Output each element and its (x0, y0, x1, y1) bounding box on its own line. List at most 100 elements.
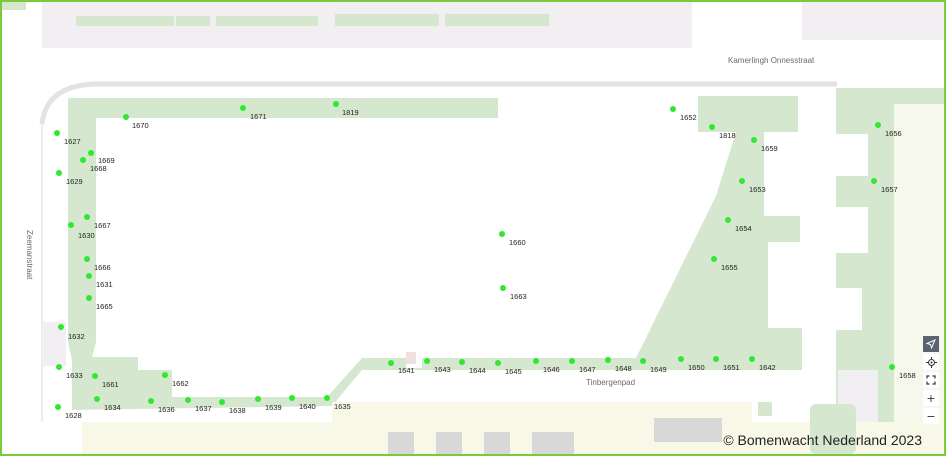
map-canvas[interactable] (2, 2, 944, 454)
tree-label: 1650 (688, 363, 705, 372)
tree-label: 1659 (761, 144, 778, 153)
tree-marker[interactable] (889, 364, 895, 370)
tree-marker[interactable] (333, 101, 339, 107)
tree-marker[interactable] (55, 404, 61, 410)
tree-label: 1640 (299, 402, 316, 411)
tree-marker[interactable] (500, 285, 506, 291)
tree-marker[interactable] (185, 397, 191, 403)
tree-marker[interactable] (713, 356, 719, 362)
zoom-in-button[interactable]: + (923, 390, 939, 406)
tree-label: 1631 (96, 280, 113, 289)
tree-marker[interactable] (240, 105, 246, 111)
tree-marker[interactable] (749, 356, 755, 362)
tree-label: 1647 (579, 365, 596, 374)
tree-marker[interactable] (711, 256, 717, 262)
building-block (758, 402, 772, 416)
building-block (436, 432, 462, 454)
attribution: © Bomenwacht Nederland 2023 (723, 432, 922, 448)
tree-label: 1629 (66, 177, 83, 186)
building-block (836, 207, 868, 253)
building-block (2, 2, 26, 10)
street-name-tinbergenpad: Tinbergenpad (586, 378, 636, 387)
building-block (484, 432, 510, 454)
tree-label: 1819 (342, 108, 359, 117)
tree-marker[interactable] (388, 360, 394, 366)
building-block (836, 288, 862, 330)
tree-label: 1632 (68, 332, 85, 341)
tree-label: 1656 (885, 129, 902, 138)
tree-marker[interactable] (739, 178, 745, 184)
tree-marker[interactable] (725, 217, 731, 223)
tree-marker[interactable] (678, 356, 684, 362)
tree-label: 1662 (172, 379, 189, 388)
tree-marker[interactable] (86, 273, 92, 279)
building-block (388, 432, 414, 454)
tree-marker[interactable] (80, 157, 86, 163)
tree-label: 1671 (250, 112, 267, 121)
tree-marker[interactable] (86, 295, 92, 301)
tree-label: 1657 (881, 185, 898, 194)
tree-label: 1634 (104, 403, 121, 412)
tree-label: 1639 (265, 403, 282, 412)
tree-marker[interactable] (92, 373, 98, 379)
tree-marker[interactable] (640, 358, 646, 364)
building-block (532, 432, 574, 454)
tree-marker[interactable] (84, 256, 90, 262)
tree-label: 1637 (195, 404, 212, 413)
tree-marker[interactable] (533, 358, 539, 364)
tree-label: 1670 (132, 121, 149, 130)
tree-marker[interactable] (459, 359, 465, 365)
tree-label: 1661 (102, 380, 119, 389)
tree-marker[interactable] (56, 364, 62, 370)
tree-marker[interactable] (162, 372, 168, 378)
tree-marker[interactable] (605, 357, 611, 363)
arrow-navigation-icon (926, 339, 936, 349)
tree-marker[interactable] (499, 231, 505, 237)
tree-marker[interactable] (219, 399, 225, 405)
tree-marker[interactable] (871, 178, 877, 184)
tree-label: 1627 (64, 137, 81, 146)
street-name-kamerlingh-onnesstraat: Kamerlingh Onnesstraat (728, 56, 815, 65)
zoom-out-button[interactable]: − (923, 408, 939, 424)
tree-label: 1665 (96, 302, 113, 311)
tree-marker[interactable] (569, 358, 575, 364)
locate-button[interactable] (923, 354, 939, 370)
tree-marker[interactable] (875, 122, 881, 128)
green-strip (176, 16, 210, 26)
fullscreen-button[interactable] (923, 372, 939, 388)
building-block (406, 352, 416, 364)
tree-marker[interactable] (56, 170, 62, 176)
tree-marker[interactable] (123, 114, 129, 120)
tree-marker[interactable] (670, 106, 676, 112)
tree-marker[interactable] (68, 222, 74, 228)
tree-label: 1638 (229, 406, 246, 415)
tree-label: 1630 (78, 231, 95, 240)
tree-marker[interactable] (424, 358, 430, 364)
tree-marker[interactable] (495, 360, 501, 366)
tree-marker[interactable] (58, 324, 64, 330)
green-strip (445, 14, 549, 26)
tree-marker[interactable] (88, 150, 94, 156)
tree-marker[interactable] (751, 137, 757, 143)
tree-marker[interactable] (709, 124, 715, 130)
tree-marker[interactable] (94, 396, 100, 402)
tree-marker[interactable] (84, 214, 90, 220)
tree-marker[interactable] (324, 395, 330, 401)
tree-marker[interactable] (289, 395, 295, 401)
tree-label: 1667 (94, 221, 111, 230)
tree-marker[interactable] (148, 398, 154, 404)
tree-label: 1642 (759, 363, 776, 372)
tree-label: 1636 (158, 405, 175, 414)
tree-label: 1633 (66, 371, 83, 380)
tree-marker[interactable] (54, 130, 60, 136)
tree-label: 1668 (90, 164, 107, 173)
navigate-button[interactable] (923, 336, 939, 352)
tree-label: 1660 (509, 238, 526, 247)
building-block (654, 418, 722, 442)
tree-label: 1649 (650, 365, 667, 374)
tree-label: 1644 (469, 366, 486, 375)
crosshair-icon (925, 356, 937, 368)
green-strip (216, 16, 318, 26)
tree-marker[interactable] (255, 396, 261, 402)
map-frame: Kamerlingh Onnesstraat Zeemanstraat Tinb… (0, 0, 946, 456)
